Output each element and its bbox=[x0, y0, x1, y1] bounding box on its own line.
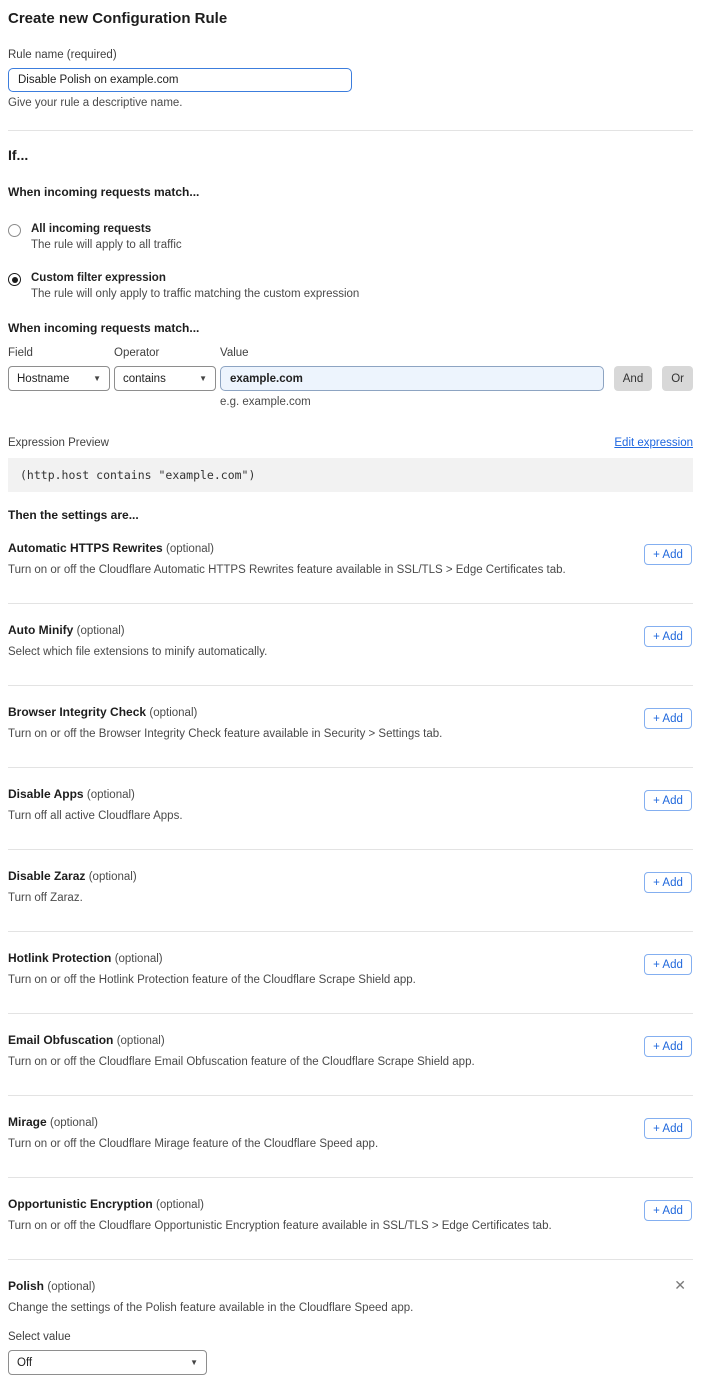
edit-expression-link[interactable]: Edit expression bbox=[614, 437, 693, 449]
setting-row-browser-integrity-check: Browser Integrity Check (optional) Turn … bbox=[8, 686, 693, 768]
setting-name: Automatic HTTPS Rewrites bbox=[8, 541, 163, 555]
and-button[interactable]: And bbox=[614, 366, 652, 391]
setting-name: Browser Integrity Check bbox=[8, 705, 146, 719]
setting-optional-tag: (optional) bbox=[115, 953, 163, 965]
if-heading: If... bbox=[8, 147, 693, 163]
setting-row-email-obfuscation: Email Obfuscation (optional) Turn on or … bbox=[8, 1014, 693, 1096]
setting-description: Turn on or off the Cloudflare Opportunis… bbox=[8, 1220, 568, 1232]
setting-name: Auto Minify bbox=[8, 623, 73, 637]
setting-row-opportunistic-encryption: Opportunistic Encryption (optional) Turn… bbox=[8, 1178, 693, 1260]
setting-name: Hotlink Protection bbox=[8, 951, 111, 965]
incoming-requests-radio-group: All incoming requests The rule will appl… bbox=[8, 223, 693, 300]
radio-label: Custom filter expression bbox=[31, 272, 359, 284]
setting-name: Disable Apps bbox=[8, 787, 84, 801]
polish-select-value: Off bbox=[17, 1357, 32, 1369]
value-helper: e.g. example.com bbox=[220, 396, 604, 408]
radio-label: All incoming requests bbox=[31, 223, 182, 235]
close-icon[interactable]: ✕ bbox=[674, 1278, 686, 1292]
setting-optional-tag: (optional) bbox=[50, 1117, 98, 1129]
value-label: Value bbox=[220, 347, 604, 359]
setting-optional-tag: (optional) bbox=[156, 1199, 204, 1211]
setting-row-mirage: Mirage (optional) Turn on or off the Clo… bbox=[8, 1096, 693, 1178]
setting-description: Turn on or off the Hotlink Protection fe… bbox=[8, 974, 568, 986]
field-label: Field bbox=[8, 347, 110, 359]
polish-value-select[interactable]: Off ▼ bbox=[8, 1350, 207, 1375]
operator-select[interactable]: contains ▼ bbox=[114, 366, 216, 391]
setting-row-disable-apps: Disable Apps (optional) Turn off all act… bbox=[8, 768, 693, 850]
setting-description: Change the settings of the Polish featur… bbox=[8, 1302, 568, 1314]
setting-description: Turn on or off the Browser Integrity Che… bbox=[8, 728, 568, 740]
radio-checked-icon[interactable] bbox=[8, 273, 21, 286]
rule-name-input[interactable] bbox=[8, 68, 352, 92]
dropdown-caret-icon: ▼ bbox=[93, 374, 101, 383]
setting-name: Polish bbox=[8, 1279, 44, 1293]
setting-name: Opportunistic Encryption bbox=[8, 1197, 153, 1211]
match-heading: When incoming requests match... bbox=[8, 185, 693, 199]
setting-optional-tag: (optional) bbox=[87, 789, 135, 801]
operator-label: Operator bbox=[114, 347, 216, 359]
radio-all-incoming-requests[interactable]: All incoming requests The rule will appl… bbox=[8, 223, 693, 251]
or-button[interactable]: Or bbox=[662, 366, 693, 391]
setting-optional-tag: (optional) bbox=[166, 543, 214, 555]
setting-description: Turn off all active Cloudflare Apps. bbox=[8, 810, 568, 822]
add-button[interactable]: + Add bbox=[644, 1118, 692, 1139]
field-select-value: Hostname bbox=[17, 373, 69, 385]
value-input[interactable] bbox=[220, 366, 604, 391]
field-select[interactable]: Hostname ▼ bbox=[8, 366, 110, 391]
setting-name: Email Obfuscation bbox=[8, 1033, 113, 1047]
setting-row-hotlink-protection: Hotlink Protection (optional) Turn on or… bbox=[8, 932, 693, 1014]
radio-description: The rule will only apply to traffic matc… bbox=[31, 288, 359, 300]
page-title: Create new Configuration Rule bbox=[8, 10, 693, 27]
filter-heading: When incoming requests match... bbox=[8, 321, 693, 335]
expression-preview-code: (http.host contains "example.com") bbox=[8, 458, 693, 492]
setting-description: Select which file extensions to minify a… bbox=[8, 646, 568, 658]
add-button[interactable]: + Add bbox=[644, 1036, 692, 1057]
rule-name-helper: Give your rule a descriptive name. bbox=[8, 97, 693, 109]
polish-select-label: Select value bbox=[8, 1331, 693, 1343]
setting-optional-tag: (optional) bbox=[47, 1281, 95, 1293]
add-button[interactable]: + Add bbox=[644, 544, 692, 565]
setting-optional-tag: (optional) bbox=[77, 625, 125, 637]
radio-unchecked-icon[interactable] bbox=[8, 224, 21, 237]
radio-description: The rule will apply to all traffic bbox=[31, 239, 182, 251]
setting-name: Mirage bbox=[8, 1115, 47, 1129]
add-button[interactable]: + Add bbox=[644, 790, 692, 811]
setting-description: Turn on or off the Cloudflare Email Obfu… bbox=[8, 1056, 568, 1068]
operator-select-value: contains bbox=[123, 373, 166, 385]
dropdown-caret-icon: ▼ bbox=[190, 1358, 198, 1367]
configuration-rule-form: Create new Configuration Rule Rule name … bbox=[0, 0, 705, 1389]
add-button[interactable]: + Add bbox=[644, 1200, 692, 1221]
filter-builder-row: Field Hostname ▼ Operator contains ▼ Val… bbox=[8, 347, 693, 408]
dropdown-caret-icon: ▼ bbox=[199, 374, 207, 383]
setting-row-polish: Polish (optional) ✕ Change the settings … bbox=[8, 1260, 693, 1375]
add-button[interactable]: + Add bbox=[644, 708, 692, 729]
setting-optional-tag: (optional) bbox=[89, 871, 137, 883]
add-button[interactable]: + Add bbox=[644, 872, 692, 893]
setting-description: Turn on or off the Cloudflare Automatic … bbox=[8, 564, 568, 576]
setting-description: Turn on or off the Cloudflare Mirage fea… bbox=[8, 1138, 568, 1150]
setting-name: Disable Zaraz bbox=[8, 869, 85, 883]
setting-optional-tag: (optional) bbox=[117, 1035, 165, 1047]
add-button[interactable]: + Add bbox=[644, 626, 692, 647]
settings-heading: Then the settings are... bbox=[8, 508, 693, 522]
rule-name-label: Rule name (required) bbox=[8, 49, 693, 61]
radio-custom-filter-expression[interactable]: Custom filter expression The rule will o… bbox=[8, 272, 693, 300]
setting-row-disable-zaraz: Disable Zaraz (optional) Turn off Zaraz.… bbox=[8, 850, 693, 932]
setting-row-auto-minify: Auto Minify (optional) Select which file… bbox=[8, 604, 693, 686]
setting-row-automatic-https-rewrites: Automatic HTTPS Rewrites (optional) Turn… bbox=[8, 522, 693, 604]
setting-description: Turn off Zaraz. bbox=[8, 892, 568, 904]
expression-preview-label: Expression Preview bbox=[8, 437, 109, 449]
section-divider bbox=[8, 130, 693, 131]
add-button[interactable]: + Add bbox=[644, 954, 692, 975]
setting-optional-tag: (optional) bbox=[149, 707, 197, 719]
